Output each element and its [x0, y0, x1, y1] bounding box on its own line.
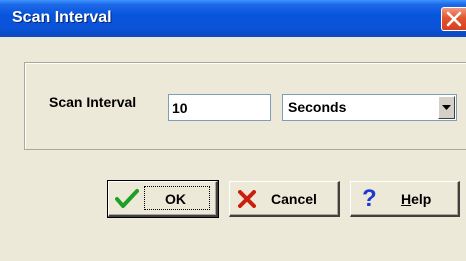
unit-select-value: Seconds	[288, 99, 347, 115]
help-label: Help	[401, 191, 431, 207]
help-button[interactable]: ? Help	[350, 181, 460, 217]
help-label-rest: elp	[411, 191, 432, 207]
help-mnemonic: H	[401, 191, 412, 207]
dropdown-button[interactable]	[438, 96, 455, 119]
window-title: Scan Interval	[12, 9, 112, 26]
cancel-label: Cancel	[271, 191, 317, 207]
ok-label: OK	[165, 191, 186, 207]
close-button[interactable]	[441, 7, 466, 31]
cancel-button[interactable]: Cancel	[229, 181, 340, 217]
unit-select[interactable]: Seconds	[282, 94, 457, 121]
scan-interval-dialog: Scan Interval Scan Interval Seconds OK	[0, 0, 466, 261]
question-icon: ?	[362, 185, 377, 212]
interval-input[interactable]	[168, 94, 271, 121]
scan-interval-label: Scan Interval	[49, 94, 137, 110]
title-bar[interactable]: Scan Interval	[0, 0, 466, 37]
ok-button[interactable]: OK	[107, 180, 219, 218]
